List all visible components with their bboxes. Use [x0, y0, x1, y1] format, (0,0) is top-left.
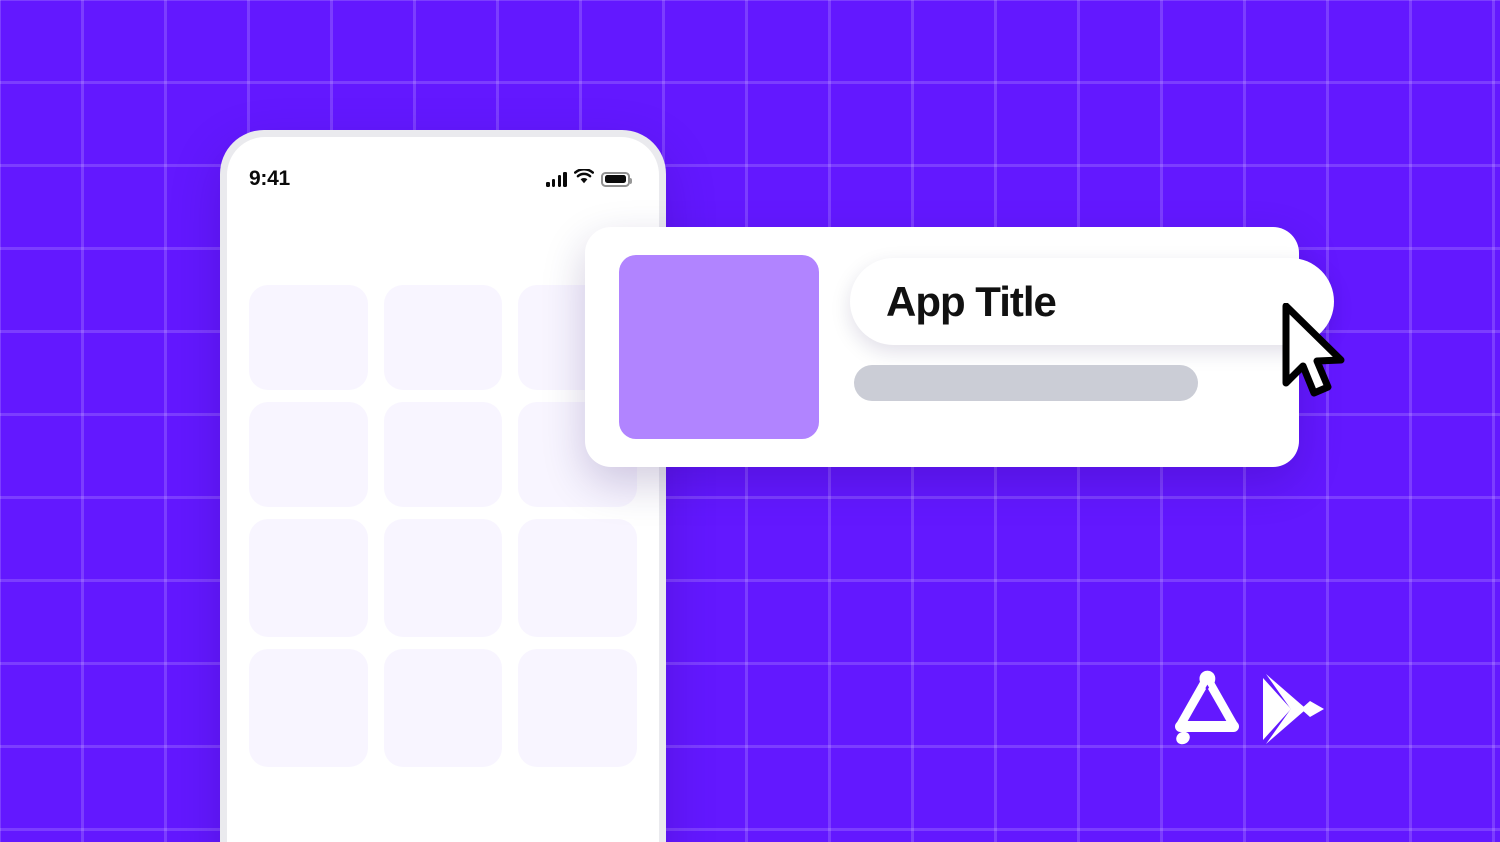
list-item: [383, 519, 503, 637]
google-play-icon[interactable]: [1260, 670, 1332, 753]
app-tile-grid: [249, 285, 637, 767]
list-item: [249, 519, 368, 637]
app-icon-placeholder: [619, 255, 819, 439]
app-title-pill: App Title: [850, 258, 1334, 345]
list-item: [249, 402, 368, 507]
list-item: [383, 402, 503, 507]
app-title: App Title: [886, 277, 1057, 325]
list-item: [249, 285, 368, 390]
battery-icon: [601, 171, 632, 187]
cellular-signal-icon: [546, 171, 567, 187]
status-bar-time: 9:41: [249, 167, 290, 190]
subtitle-skeleton-bar: [854, 365, 1198, 401]
app-store-icon[interactable]: [1168, 668, 1246, 755]
list-item: [249, 649, 368, 767]
list-item: [383, 649, 503, 767]
status-bar-icons: [546, 168, 632, 189]
canvas: 9:41 App Title: [0, 0, 1500, 842]
list-item: [518, 519, 637, 637]
app-card[interactable]: App Title: [585, 227, 1334, 467]
store-badges: [1168, 668, 1332, 755]
list-item: [383, 285, 503, 390]
wifi-icon: [573, 168, 595, 189]
status-bar: 9:41: [227, 165, 659, 193]
list-item: [518, 649, 637, 767]
